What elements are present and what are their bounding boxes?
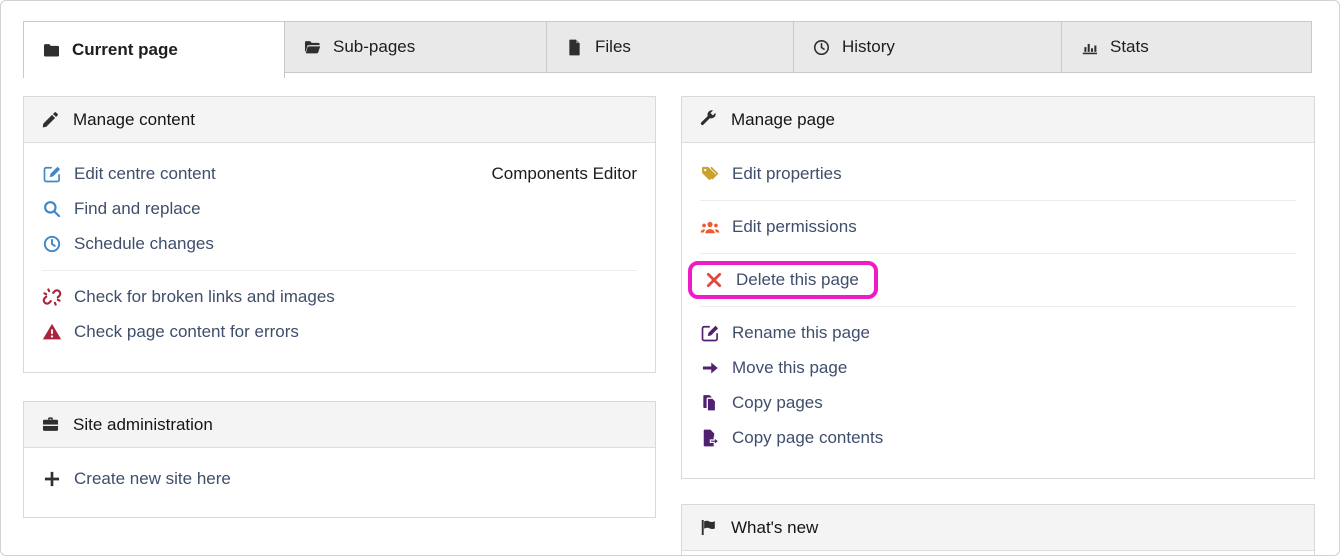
link-check-broken-links[interactable]: Check for broken links and images bbox=[42, 279, 637, 314]
tab-label: Current page bbox=[72, 40, 178, 60]
link-check-page-errors[interactable]: Check page content for errors bbox=[42, 314, 637, 349]
tab-bar: Current page Sub-pages Files History Sta… bbox=[23, 21, 1315, 78]
link-label: Move this page bbox=[732, 358, 847, 378]
panel-title: Manage page bbox=[731, 110, 835, 130]
pencil-icon bbox=[41, 110, 60, 129]
divider bbox=[700, 200, 1296, 201]
plus-icon bbox=[42, 469, 62, 489]
briefcase-icon bbox=[41, 415, 60, 434]
link-label: Find and replace bbox=[74, 199, 201, 219]
link-label: Check page content for errors bbox=[74, 322, 299, 342]
broken-link-icon bbox=[42, 287, 62, 307]
manage-page-panel: Manage page Edit properties Edit permiss… bbox=[681, 96, 1315, 479]
link-label: Copy page contents bbox=[732, 428, 883, 448]
link-label: Check for broken links and images bbox=[74, 287, 335, 307]
panel-title: Manage content bbox=[73, 110, 195, 130]
link-label: Edit permissions bbox=[732, 217, 857, 237]
tab-stats[interactable]: Stats bbox=[1061, 21, 1312, 73]
divider bbox=[42, 270, 637, 271]
divider bbox=[700, 306, 1296, 307]
tab-label: History bbox=[842, 37, 895, 57]
link-label: Schedule changes bbox=[74, 234, 214, 254]
edit-icon bbox=[700, 323, 720, 343]
tab-label: Files bbox=[595, 37, 631, 57]
panel-title: What's new bbox=[731, 518, 818, 538]
tab-label: Sub-pages bbox=[333, 37, 415, 57]
tab-current-page[interactable]: Current page bbox=[23, 21, 285, 78]
link-copy-page-contents[interactable]: Copy page contents bbox=[700, 420, 1296, 455]
panel-title: Site administration bbox=[73, 415, 213, 435]
link-find-and-replace[interactable]: Find and replace bbox=[42, 191, 637, 226]
link-label: Edit properties bbox=[732, 164, 842, 184]
tab-label: Stats bbox=[1110, 37, 1149, 57]
link-label: Delete this page bbox=[736, 270, 859, 290]
warning-icon bbox=[42, 322, 62, 342]
whats-new-header: What's new bbox=[682, 505, 1314, 551]
whats-new-panel: What's new bbox=[681, 504, 1315, 556]
manage-content-body: Edit centre content Components Editor Fi… bbox=[24, 143, 655, 349]
link-copy-pages[interactable]: Copy pages bbox=[700, 385, 1296, 420]
file-icon bbox=[565, 38, 584, 57]
link-edit-permissions[interactable]: Edit permissions bbox=[700, 209, 1296, 244]
flag-icon bbox=[699, 518, 718, 537]
site-administration-header: Site administration bbox=[24, 402, 655, 448]
site-administration-body: Create new site here bbox=[24, 448, 655, 496]
link-label: Create new site here bbox=[74, 469, 231, 489]
editor-type-label: Components Editor bbox=[491, 164, 637, 184]
file-export-icon bbox=[700, 428, 720, 448]
clock-icon bbox=[42, 234, 62, 254]
link-edit-properties[interactable]: Edit properties bbox=[700, 156, 1296, 191]
x-icon bbox=[704, 270, 724, 290]
folder-icon bbox=[42, 41, 61, 60]
wrench-icon bbox=[699, 110, 718, 129]
site-administration-panel: Site administration Create new site here bbox=[23, 401, 656, 518]
delete-highlight-box: Delete this page bbox=[688, 261, 878, 299]
cms-admin-screen: Current page Sub-pages Files History Sta… bbox=[0, 0, 1340, 556]
link-label: Edit centre content bbox=[74, 164, 216, 184]
link-edit-centre-content[interactable]: Edit centre content Components Editor bbox=[42, 156, 637, 191]
link-move-this-page[interactable]: Move this page bbox=[700, 350, 1296, 385]
tab-files[interactable]: Files bbox=[546, 21, 794, 73]
manage-content-header: Manage content bbox=[24, 97, 655, 143]
users-icon bbox=[700, 217, 720, 237]
manage-page-body: Edit properties Edit permissions Delete … bbox=[682, 143, 1314, 455]
link-schedule-changes[interactable]: Schedule changes bbox=[42, 226, 637, 261]
folder-open-icon bbox=[303, 38, 322, 57]
edit-icon bbox=[42, 164, 62, 184]
link-label: Rename this page bbox=[732, 323, 870, 343]
link-rename-this-page[interactable]: Rename this page bbox=[700, 315, 1296, 350]
copy-icon bbox=[700, 393, 720, 413]
link-delete-this-page[interactable]: Delete this page bbox=[700, 262, 1296, 297]
tab-sub-pages[interactable]: Sub-pages bbox=[284, 21, 547, 73]
clock-icon bbox=[812, 38, 831, 57]
manage-page-header: Manage page bbox=[682, 97, 1314, 143]
tab-history[interactable]: History bbox=[793, 21, 1062, 73]
stats-icon bbox=[1080, 38, 1099, 57]
search-icon bbox=[42, 199, 62, 219]
link-label: Copy pages bbox=[732, 393, 823, 413]
link-create-new-site[interactable]: Create new site here bbox=[42, 461, 637, 496]
manage-content-panel: Manage content Edit centre content Compo… bbox=[23, 96, 656, 373]
divider bbox=[700, 253, 1296, 254]
tags-icon bbox=[700, 164, 720, 184]
arrow-right-icon bbox=[700, 358, 720, 378]
